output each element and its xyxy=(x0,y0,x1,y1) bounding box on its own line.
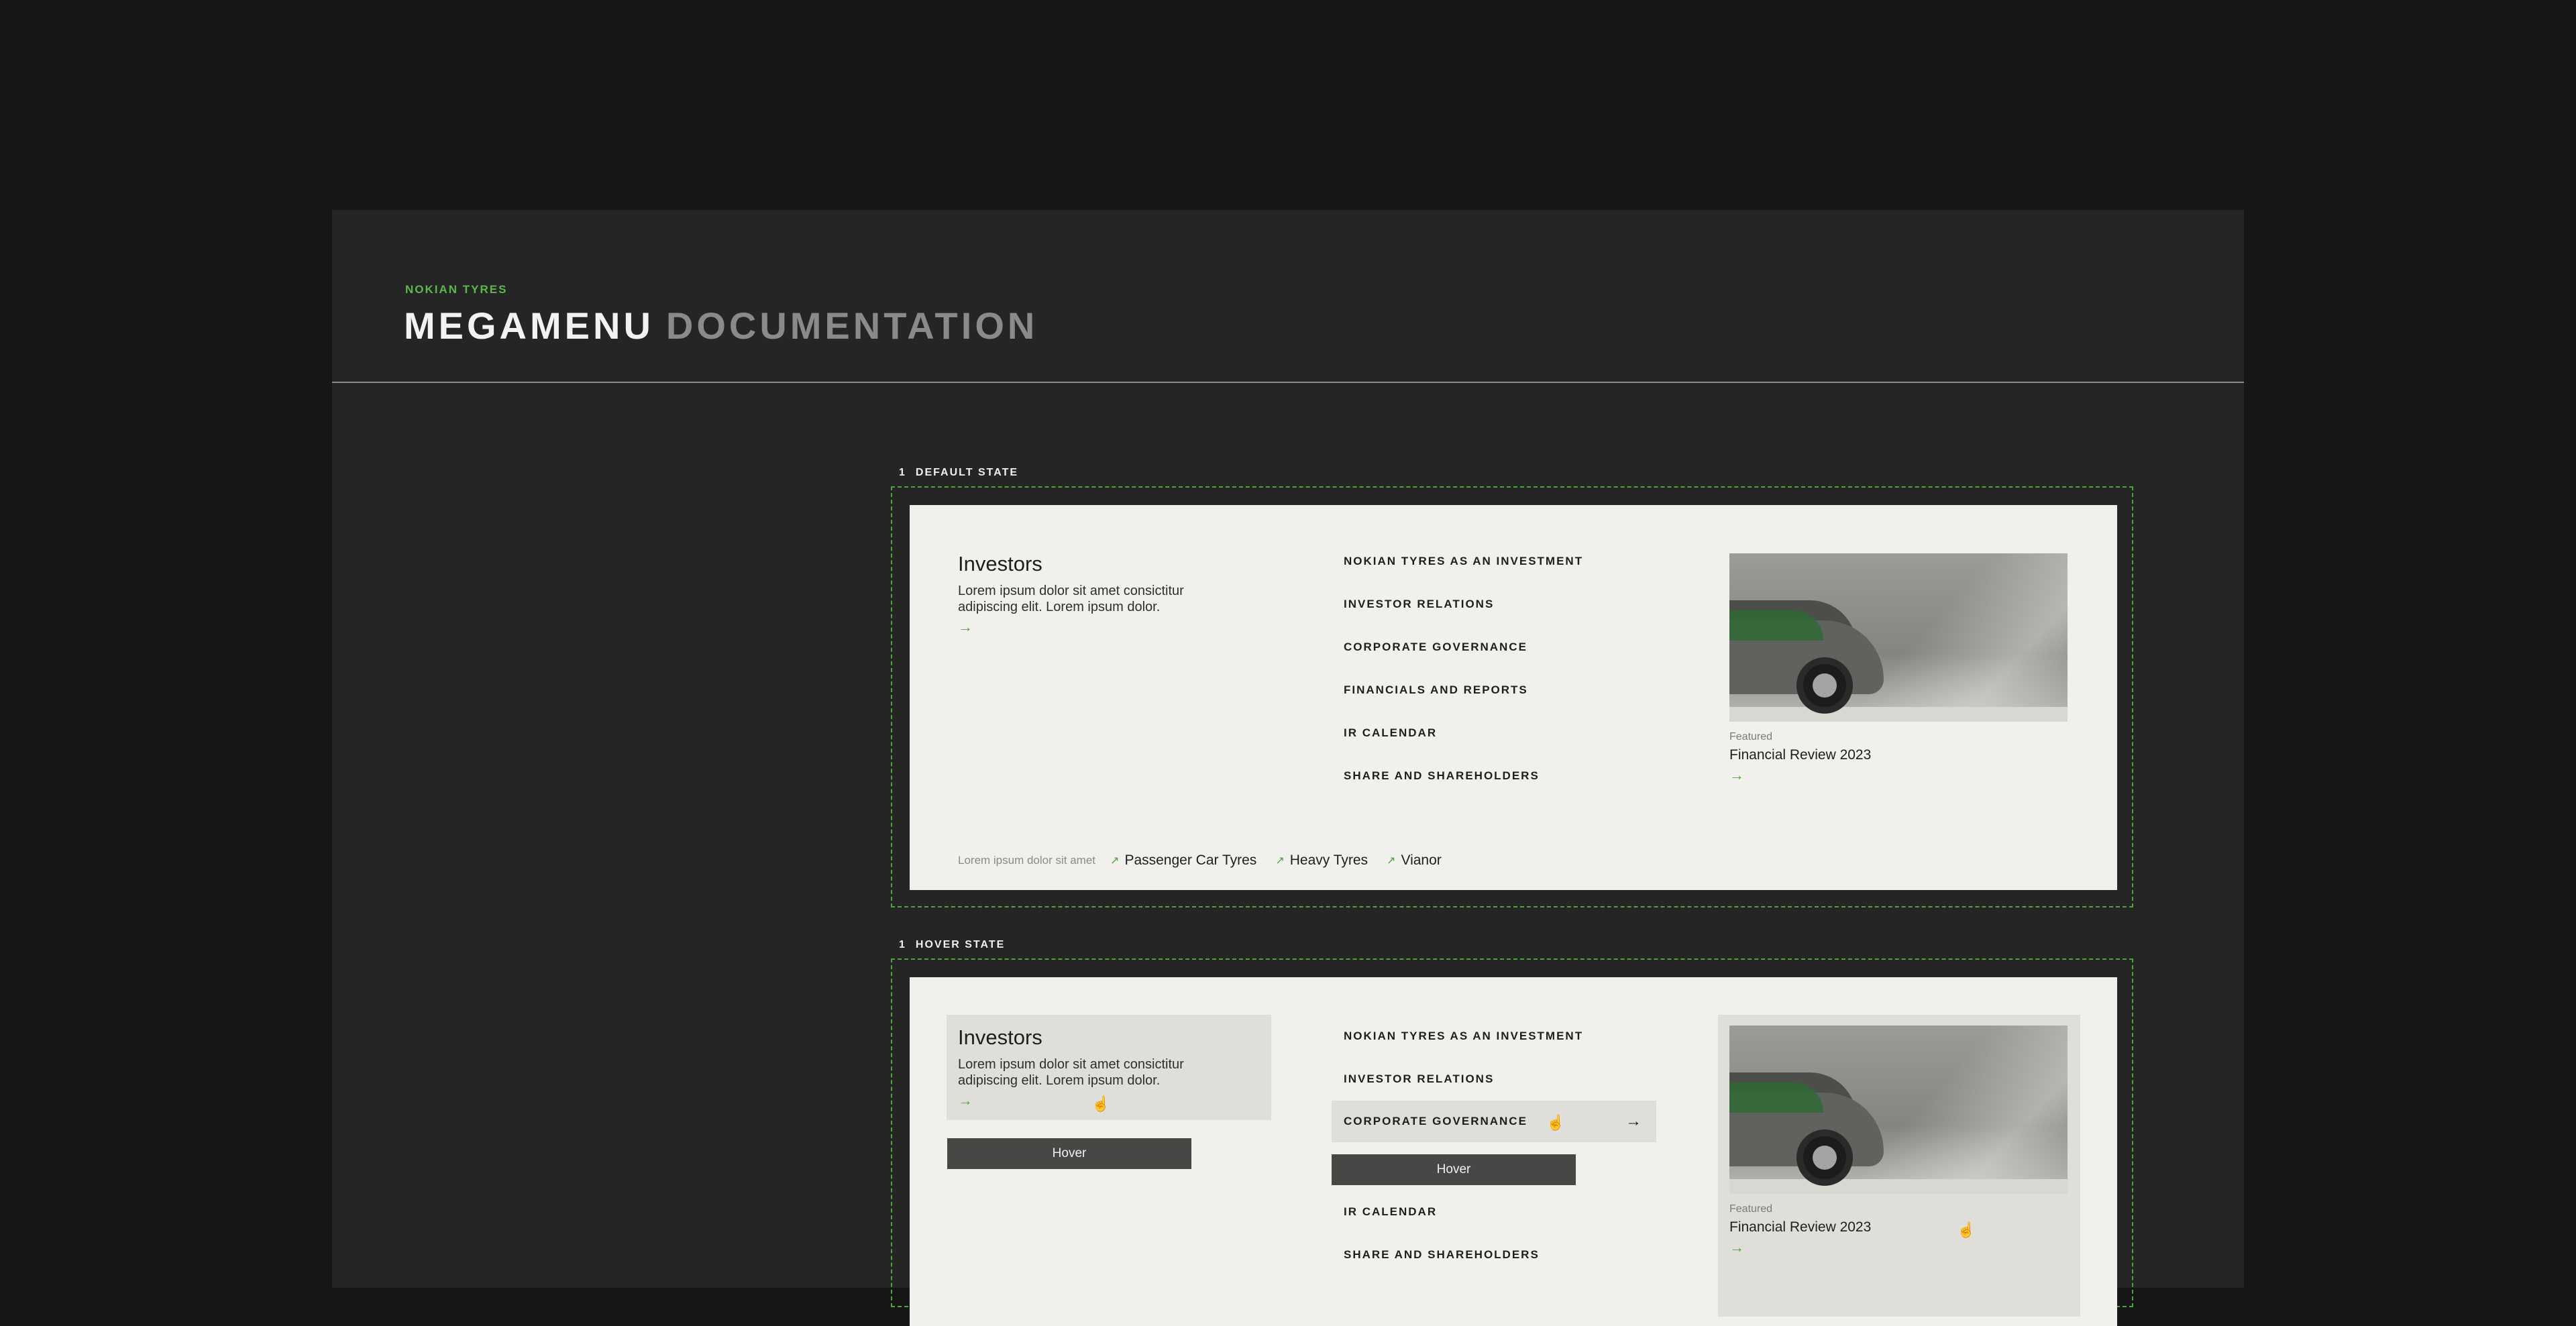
car-photo xyxy=(1729,553,2068,722)
page-title: MEGAMENU DOCUMENTATION xyxy=(404,304,1038,347)
featured-card[interactable]: Featured Financial Review 2023 → xyxy=(1729,553,2068,783)
nav-item-financials[interactable]: FINANCIALS AND REPORTS xyxy=(1344,669,1583,712)
hover-state-frame: Investors Lorem ipsum dolor sit amet con… xyxy=(891,958,2133,1326)
nav-list-hover-lower: IR CALENDAR SHARE AND SHAREHOLDERS xyxy=(1344,1191,1540,1276)
hover-tag-intro: Hover xyxy=(947,1138,1191,1169)
intro-arrow-icon[interactable]: → xyxy=(958,619,1226,635)
nav-item-investment[interactable]: NOKIAN TYRES AS AN INVESTMENT xyxy=(1344,540,1583,583)
nav-item-investor-relations[interactable]: INVESTOR RELATIONS xyxy=(1344,1058,1656,1101)
nav-item-corporate-governance[interactable]: CORPORATE GOVERNANCE xyxy=(1344,626,1583,669)
car-photo xyxy=(1729,1026,2068,1194)
header-divider xyxy=(332,382,2244,383)
state-label-default: 1 DEFAULT STATE xyxy=(899,467,1019,478)
nav-item-investment[interactable]: NOKIAN TYRES AS AN INVESTMENT xyxy=(1344,1015,1656,1058)
featured-kicker: Featured xyxy=(1729,1203,1773,1215)
nav-item-investor-relations[interactable]: INVESTOR RELATIONS xyxy=(1344,583,1583,626)
intro-block: Investors Lorem ipsum dolor sit amet con… xyxy=(958,552,1226,635)
intro-title: Investors xyxy=(958,552,1042,575)
state-label-hover: 1 HOVER STATE xyxy=(899,939,1006,950)
nav-item-ir-calendar[interactable]: IR CALENDAR xyxy=(1344,1191,1540,1233)
nav-item-corporate-governance-hovered[interactable]: CORPORATE GOVERNANCE → ☝ xyxy=(1332,1101,1656,1142)
external-link-icon: ↗ xyxy=(1275,855,1285,867)
intro-title: Investors xyxy=(958,1026,1042,1049)
footer-link-heavy[interactable]: ↗ Heavy Tyres xyxy=(1275,852,1368,869)
documentation-sheet: NOKIAN TYRES MEGAMENU DOCUMENTATION 1 DEFA… xyxy=(332,210,2244,1326)
hand-pointer-icon: ☝ xyxy=(1546,1114,1566,1131)
nav-item-shareholders[interactable]: SHARE AND SHAREHOLDERS xyxy=(1344,1233,1540,1276)
title-main: MEGAMENU xyxy=(404,305,654,347)
nav-item-ir-calendar[interactable]: IR CALENDAR xyxy=(1344,712,1583,755)
nav-list: NOKIAN TYRES AS AN INVESTMENT INVESTOR R… xyxy=(1344,540,1583,797)
external-link-icon: ↗ xyxy=(1387,855,1396,867)
hand-pointer-icon: ☝ xyxy=(1957,1221,1976,1238)
arrow-right-icon: → xyxy=(1625,1112,1643,1130)
featured-title: Financial Review 2023 xyxy=(1729,747,1872,763)
intro-text: Lorem ipsum dolor sit amet consictitur a… xyxy=(958,584,1184,614)
footer-lead: Lorem ipsum dolor sit amet xyxy=(958,854,1096,867)
featured-card-hover[interactable]: Featured Financial Review 2023 → xyxy=(1729,1026,2068,1256)
hand-pointer-icon: ☝ xyxy=(1091,1095,1110,1112)
featured-title: Financial Review 2023 xyxy=(1729,1219,1872,1235)
brand-label: NOKIAN TYRES xyxy=(405,283,508,296)
featured-kicker: Featured xyxy=(1729,731,1773,742)
featured-arrow-icon[interactable]: → xyxy=(1729,1239,2068,1256)
nav-item-label: CORPORATE GOVERNANCE xyxy=(1344,1115,1527,1127)
featured-arrow-icon[interactable]: → xyxy=(1729,767,2068,783)
megamenu-panel-hover: Investors Lorem ipsum dolor sit amet con… xyxy=(910,977,2117,1326)
intro-text: Lorem ipsum dolor sit amet consictitur a… xyxy=(958,1057,1184,1088)
default-state-frame: Investors Lorem ipsum dolor sit amet con… xyxy=(891,486,2133,907)
footer-link-vianor[interactable]: ↗ Vianor xyxy=(1387,852,1442,869)
hover-tag-nav: Hover xyxy=(1332,1154,1576,1185)
footer-links: Lorem ipsum dolor sit amet ↗ Passenger Ca… xyxy=(958,852,1460,869)
footer-link-passenger[interactable]: ↗ Passenger Car Tyres xyxy=(1110,852,1256,869)
nav-item-shareholders[interactable]: SHARE AND SHAREHOLDERS xyxy=(1344,755,1583,797)
megamenu-panel-default: Investors Lorem ipsum dolor sit amet con… xyxy=(910,505,2117,890)
external-link-icon: ↗ xyxy=(1110,855,1120,867)
title-dim: DOCUMENTATION xyxy=(665,305,1038,347)
nav-list-hover: NOKIAN TYRES AS AN INVESTMENT INVESTOR R… xyxy=(1332,1015,1656,1142)
